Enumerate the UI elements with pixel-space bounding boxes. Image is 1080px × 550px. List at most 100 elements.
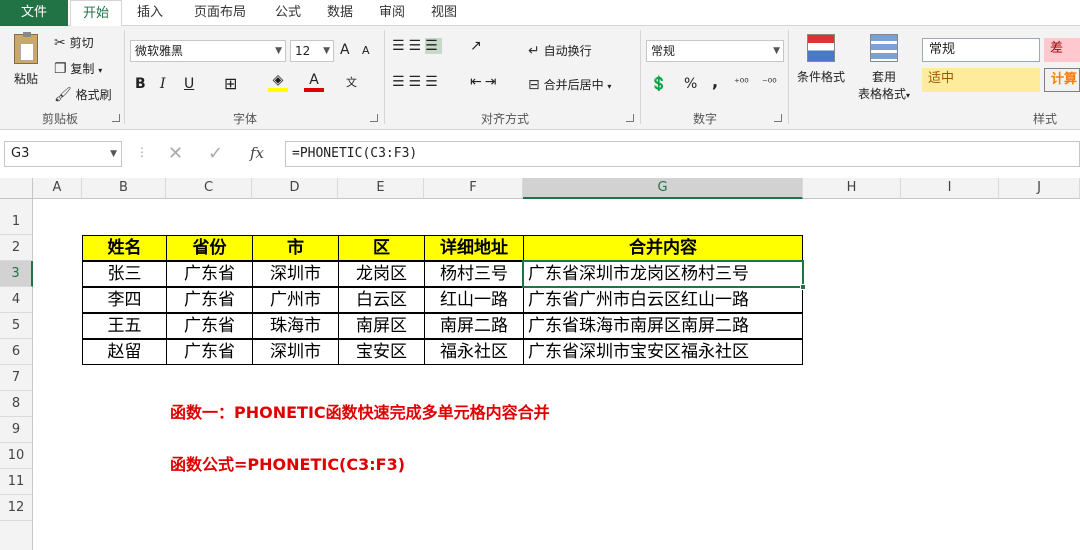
row-header-3[interactable]: 3 xyxy=(0,261,33,287)
row-header-7[interactable]: 7 xyxy=(0,365,33,391)
italic-button[interactable]: I xyxy=(160,76,166,92)
font-size-combo[interactable]: 12 ▼ xyxy=(290,40,334,62)
format-painter-button[interactable]: 🖌 格式刷 xyxy=(54,86,112,103)
currency-icon[interactable]: 💲 xyxy=(650,76,667,92)
row-header-9[interactable]: 9 xyxy=(0,417,33,443)
row-header-2[interactable]: 2 xyxy=(0,235,33,261)
tab-review[interactable]: 审阅 xyxy=(370,0,414,26)
row-header-1[interactable]: 1 xyxy=(0,209,33,235)
table-cell[interactable]: 广州市 xyxy=(252,287,339,313)
table-cell[interactable]: 白云区 xyxy=(338,287,425,313)
style-calculation[interactable]: 计算 xyxy=(1044,68,1080,92)
formula-input[interactable]: =PHONETIC(C3:F3) xyxy=(285,141,1080,167)
table-header-cell[interactable]: 姓名 xyxy=(82,235,167,261)
percent-button[interactable]: % xyxy=(684,76,697,92)
clipboard-launcher-icon[interactable] xyxy=(112,114,120,122)
wrap-text-button[interactable]: ↵ 自动换行 xyxy=(528,42,592,59)
table-header-cell[interactable]: 合并内容 xyxy=(523,235,803,261)
number-format-combo[interactable]: 常规 ▼ xyxy=(646,40,784,62)
table-header-cell[interactable]: 市 xyxy=(252,235,339,261)
row-header-10[interactable]: 10 xyxy=(0,443,33,469)
table-cell[interactable]: 广东省 xyxy=(166,313,253,339)
column-header-c[interactable]: C xyxy=(166,178,252,199)
fill-color-icon[interactable]: ◈ xyxy=(268,72,288,92)
row-header-11[interactable]: 11 xyxy=(0,469,33,495)
column-header-i[interactable]: I xyxy=(901,178,999,199)
table-cell[interactable]: 南屏二路 xyxy=(424,313,524,339)
tab-insert[interactable]: 插入 xyxy=(128,0,172,26)
table-header-cell[interactable]: 区 xyxy=(338,235,425,261)
fill-handle[interactable] xyxy=(800,284,806,290)
indent-icons[interactable]: ⇤⇥ xyxy=(470,74,499,90)
conditional-format-button[interactable]: 条件格式 xyxy=(794,34,848,85)
copy-button[interactable]: ❐ 复制 ▾ xyxy=(54,60,102,77)
select-all-corner[interactable] xyxy=(0,178,33,199)
table-cell[interactable]: 广东省 xyxy=(166,339,253,365)
tab-home[interactable]: 开始 xyxy=(70,0,122,27)
grow-font-button[interactable]: A xyxy=(340,42,350,58)
cut-button[interactable]: ✂ 剪切 xyxy=(54,34,94,51)
table-cell[interactable]: 李四 xyxy=(82,287,167,313)
borders-icon[interactable]: ⊞ xyxy=(224,74,237,93)
name-box[interactable]: G3 ▼ xyxy=(4,141,122,167)
row-header-6[interactable]: 6 xyxy=(0,339,33,365)
enter-icon[interactable]: ✓ xyxy=(208,143,223,164)
row-header-12[interactable]: 12 xyxy=(0,495,33,521)
table-cell[interactable]: 龙岗区 xyxy=(338,261,425,287)
comma-button[interactable]: , xyxy=(712,72,718,91)
phonetic-icon[interactable]: 文 xyxy=(346,74,357,90)
font-launcher-icon[interactable] xyxy=(370,114,378,122)
decrease-decimal-icon[interactable]: ⁻⁰⁰ xyxy=(762,76,777,89)
column-header-b[interactable]: B xyxy=(82,178,166,199)
column-header-e[interactable]: E xyxy=(338,178,424,199)
bold-button[interactable]: B xyxy=(135,76,146,92)
table-cell[interactable]: 深圳市 xyxy=(252,261,339,287)
merge-center-button[interactable]: ⊟ 合并后居中 ▾ xyxy=(528,76,611,93)
table-cell[interactable]: 广东省 xyxy=(166,261,253,287)
font-color-icon[interactable]: A xyxy=(304,72,324,92)
row-header-8[interactable]: 8 xyxy=(0,391,33,417)
table-cell[interactable]: 广东省广州市白云区红山一路 xyxy=(523,287,803,313)
table-cell[interactable]: 王五 xyxy=(82,313,167,339)
horizontal-align-icons[interactable]: ☰☰☰ xyxy=(392,74,442,90)
row-header-5[interactable]: 5 xyxy=(0,313,33,339)
tab-data[interactable]: 数据 xyxy=(318,0,362,26)
table-cell[interactable]: 广东省 xyxy=(166,287,253,313)
table-cell[interactable]: 赵留 xyxy=(82,339,167,365)
table-cell[interactable]: 张三 xyxy=(82,261,167,287)
tab-view[interactable]: 视图 xyxy=(422,0,466,26)
column-header-a[interactable]: A xyxy=(33,178,82,199)
increase-decimal-icon[interactable]: ⁺⁰⁰ xyxy=(734,76,749,89)
table-cell[interactable]: 红山一路 xyxy=(424,287,524,313)
column-header-d[interactable]: D xyxy=(252,178,338,199)
table-cell[interactable]: 南屏区 xyxy=(338,313,425,339)
column-header-j[interactable]: J xyxy=(999,178,1080,199)
vertical-align-icons[interactable]: ☰☰☰ xyxy=(392,38,442,54)
style-normal[interactable]: 常规 xyxy=(922,38,1040,62)
column-header-h[interactable]: H xyxy=(803,178,901,199)
number-launcher-icon[interactable] xyxy=(774,114,782,122)
table-header-cell[interactable]: 详细地址 xyxy=(424,235,524,261)
style-neutral[interactable]: 适中 xyxy=(922,68,1040,92)
cancel-icon[interactable]: ✕ xyxy=(168,143,183,164)
format-as-table-button[interactable]: 套用 表格格式▾ xyxy=(852,34,916,102)
style-bad[interactable]: 差 xyxy=(1044,38,1080,62)
table-header-cell[interactable]: 省份 xyxy=(166,235,253,261)
tab-file[interactable]: 文件 xyxy=(0,0,68,26)
table-cell[interactable]: 福永社区 xyxy=(424,339,524,365)
tab-formulas[interactable]: 公式 xyxy=(266,0,310,26)
table-cell[interactable]: 珠海市 xyxy=(252,313,339,339)
insert-function-icon[interactable]: fx xyxy=(250,144,264,162)
table-cell[interactable]: 广东省珠海市南屏区南屏二路 xyxy=(523,313,803,339)
tab-page-layout[interactable]: 页面布局 xyxy=(180,0,260,26)
orientation-icon[interactable]: ↗ xyxy=(470,38,482,54)
table-cell[interactable]: 宝安区 xyxy=(338,339,425,365)
paste-button[interactable]: 粘贴 xyxy=(8,32,44,102)
table-cell[interactable]: 广东省深圳市宝安区福永社区 xyxy=(523,339,803,365)
table-cell[interactable]: 杨村三号 xyxy=(424,261,524,287)
table-cell[interactable]: 深圳市 xyxy=(252,339,339,365)
column-header-f[interactable]: F xyxy=(424,178,523,199)
font-name-combo[interactable]: 微软雅黑 ▼ xyxy=(130,40,286,62)
underline-button[interactable]: U xyxy=(184,76,194,92)
column-header-g[interactable]: G xyxy=(523,178,803,199)
